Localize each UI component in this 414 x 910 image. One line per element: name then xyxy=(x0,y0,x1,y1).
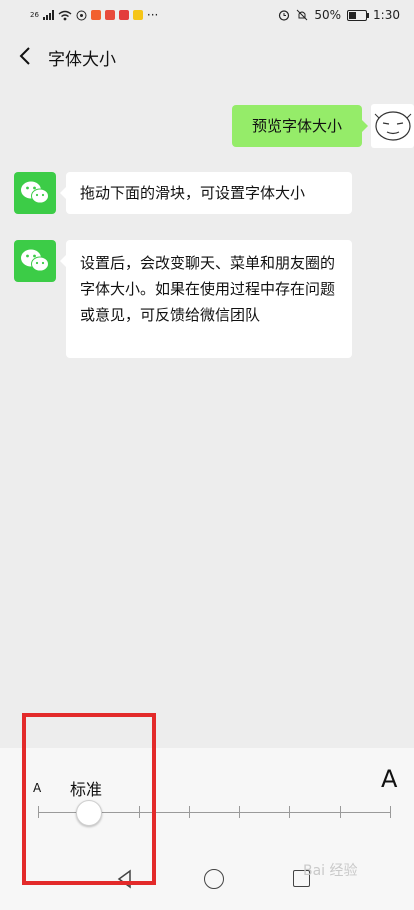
wechat-avatar xyxy=(14,172,56,214)
app-notification-icon xyxy=(104,10,115,20)
clock: 1:30 xyxy=(373,8,400,22)
bot-message-2: 设置后，会改变聊天、菜单和朋友圈的字体大小。如果在使用过程中存在问题或意见，可反… xyxy=(60,240,352,358)
slider-tick[interactable] xyxy=(390,806,391,818)
large-font-label: A xyxy=(381,765,398,793)
font-size-screen: 26 ··· 50% 1:30 字体大小 预览字体大小 拖动下面的滑块，可设置字… xyxy=(0,0,414,910)
slider-tick[interactable] xyxy=(189,806,190,818)
wechat-logo-icon xyxy=(21,249,49,272)
highlight-box xyxy=(22,713,156,885)
slider-tick[interactable] xyxy=(289,806,290,818)
alarm-icon xyxy=(279,10,290,21)
hotspot-icon xyxy=(76,10,87,20)
chevron-left-icon[interactable] xyxy=(16,44,36,68)
slider-tick[interactable] xyxy=(239,806,240,818)
signal-icon xyxy=(42,10,54,20)
top-bar: 字体大小 xyxy=(0,36,414,76)
status-left: 26 ··· xyxy=(30,8,158,22)
network-type: 26 xyxy=(30,10,39,19)
page-title: 字体大小 xyxy=(48,50,116,70)
app-notification-icon xyxy=(132,10,143,20)
user-preview-bubble: 预览字体大小 xyxy=(232,105,368,147)
watermark: Bai 经验 xyxy=(303,863,358,879)
battery-icon xyxy=(347,9,370,21)
mute-icon xyxy=(297,9,308,21)
wifi-icon xyxy=(58,10,72,20)
status-right: 50% 1:30 xyxy=(278,8,400,22)
battery-percent: 50% xyxy=(314,8,342,22)
wechat-logo-icon xyxy=(21,181,49,204)
app-notification-icon xyxy=(90,10,101,20)
more-notifications: ··· xyxy=(146,8,159,22)
nav-home-icon[interactable] xyxy=(204,869,224,889)
wechat-avatar xyxy=(14,240,56,282)
slider-tick[interactable] xyxy=(340,806,341,818)
user-avatar xyxy=(371,104,414,148)
status-bar: 26 ··· 50% 1:30 xyxy=(0,0,414,32)
app-notification-icon xyxy=(118,10,129,20)
bot-message-1: 拖动下面的滑块，可设置字体大小 xyxy=(60,172,352,214)
